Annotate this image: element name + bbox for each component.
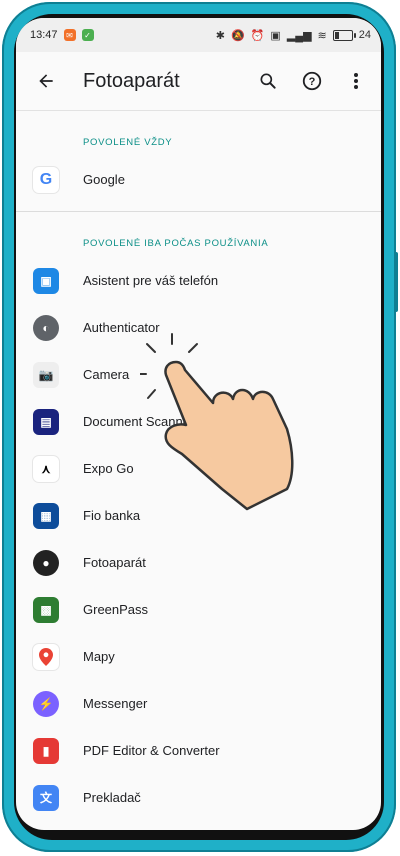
expo-go-icon: ⋏: [33, 455, 59, 482]
app-row-mapy[interactable]: Mapy: [16, 633, 381, 680]
battery-percent: 24: [358, 29, 371, 41]
app-label: Messenger: [83, 696, 148, 711]
app-notification-icon: ✓: [81, 29, 94, 41]
app-label: Mapy: [83, 649, 115, 664]
greenpass-icon: ▩: [33, 596, 59, 623]
maps-icon: [33, 643, 59, 670]
status-time: 13:47: [30, 29, 58, 41]
more-vert-icon: [354, 73, 358, 89]
app-row-fotoaparat[interactable]: ● Fotoaparát: [16, 539, 381, 586]
google-icon: G: [33, 166, 59, 193]
assistant-icon: ▣: [33, 267, 59, 294]
app-bar: Fotoaparát ?: [16, 52, 381, 111]
app-label: Fio banka: [83, 508, 141, 523]
search-icon: [260, 73, 276, 89]
camera-icon: 📷: [33, 361, 59, 388]
app-label: Authenticator: [83, 320, 160, 335]
mute-icon: 🔕: [231, 29, 245, 42]
back-arrow-icon: [39, 74, 53, 88]
app-label: Camera: [83, 367, 130, 382]
battery-icon: [332, 29, 356, 41]
document-scanner-icon: ▤: [33, 408, 59, 435]
page-title: Fotoaparát: [83, 69, 180, 92]
help-button[interactable]: ?: [295, 64, 329, 98]
alarm-icon: ⏰: [250, 29, 265, 42]
translate-icon: 文: [33, 784, 59, 811]
permission-list: POVOLENÉ VŽDY G Google POVOLENÉ IBA POČA…: [16, 111, 381, 821]
fio-banka-icon: ▦: [33, 502, 59, 529]
pdf-editor-icon: ▮: [33, 737, 59, 764]
app-label: Fotoaparát: [83, 555, 146, 570]
messenger-icon: ⚡: [33, 690, 59, 717]
more-options-button[interactable]: [339, 64, 373, 98]
app-row-prekladac[interactable]: 文 Prekladač: [16, 774, 381, 821]
signal-icon: ▂▄▆: [286, 29, 312, 42]
screen: 13:47 ✉ ✓ ✱ 🔕 ⏰ ▣ ▂▄▆ ≋ 24 Fotoaparát ?: [16, 18, 381, 830]
app-label: GreenPass: [83, 602, 149, 617]
search-button[interactable]: [251, 64, 285, 98]
app-label: Expo Go: [83, 461, 134, 476]
app-label: PDF Editor & Converter: [83, 743, 220, 758]
section-header-always: POVOLENÉ VŽDY: [83, 137, 173, 148]
back-button[interactable]: [24, 59, 68, 103]
app-row-messenger[interactable]: ⚡ Messenger: [16, 680, 381, 727]
app-label: Google: [83, 172, 125, 187]
authenticator-icon: ◐: [33, 314, 59, 341]
fotoaparat-icon: ●: [33, 549, 59, 576]
section-header-while-using: POVOLENÉ IBA POČAS POUŽÍVANIA: [83, 238, 269, 249]
wifi-icon: ≋: [317, 29, 327, 42]
bluetooth-icon: ✱: [215, 29, 225, 42]
app-row-google[interactable]: G Google: [16, 156, 381, 203]
app-row-fio-banka[interactable]: ▦ Fio banka: [16, 492, 381, 539]
app-row-pdf-editor[interactable]: ▮ PDF Editor & Converter: [16, 727, 381, 774]
notification-icon: ✉: [63, 29, 76, 41]
app-label: Prekladač: [83, 790, 141, 805]
app-row-assistant[interactable]: ▣ Asistent pre váš telefón: [16, 257, 381, 304]
app-row-authenticator[interactable]: ◐ Authenticator: [16, 304, 381, 351]
power-button: [394, 252, 398, 312]
app-row-greenpass[interactable]: ▩ GreenPass: [16, 586, 381, 633]
status-bar: 13:47 ✉ ✓ ✱ 🔕 ⏰ ▣ ▂▄▆ ≋ 24: [16, 18, 381, 52]
app-row-expo-go[interactable]: ⋏ Expo Go: [16, 445, 381, 492]
app-label: Document Scanner: [83, 414, 195, 429]
help-icon: ?: [302, 71, 322, 91]
cast-icon: ▣: [270, 29, 281, 42]
app-label: Asistent pre váš telefón: [83, 273, 219, 288]
app-row-document-scanner[interactable]: ▤ Document Scanner: [16, 398, 381, 445]
app-row-camera[interactable]: 📷 Camera: [16, 351, 381, 398]
svg-text:?: ?: [309, 76, 316, 88]
